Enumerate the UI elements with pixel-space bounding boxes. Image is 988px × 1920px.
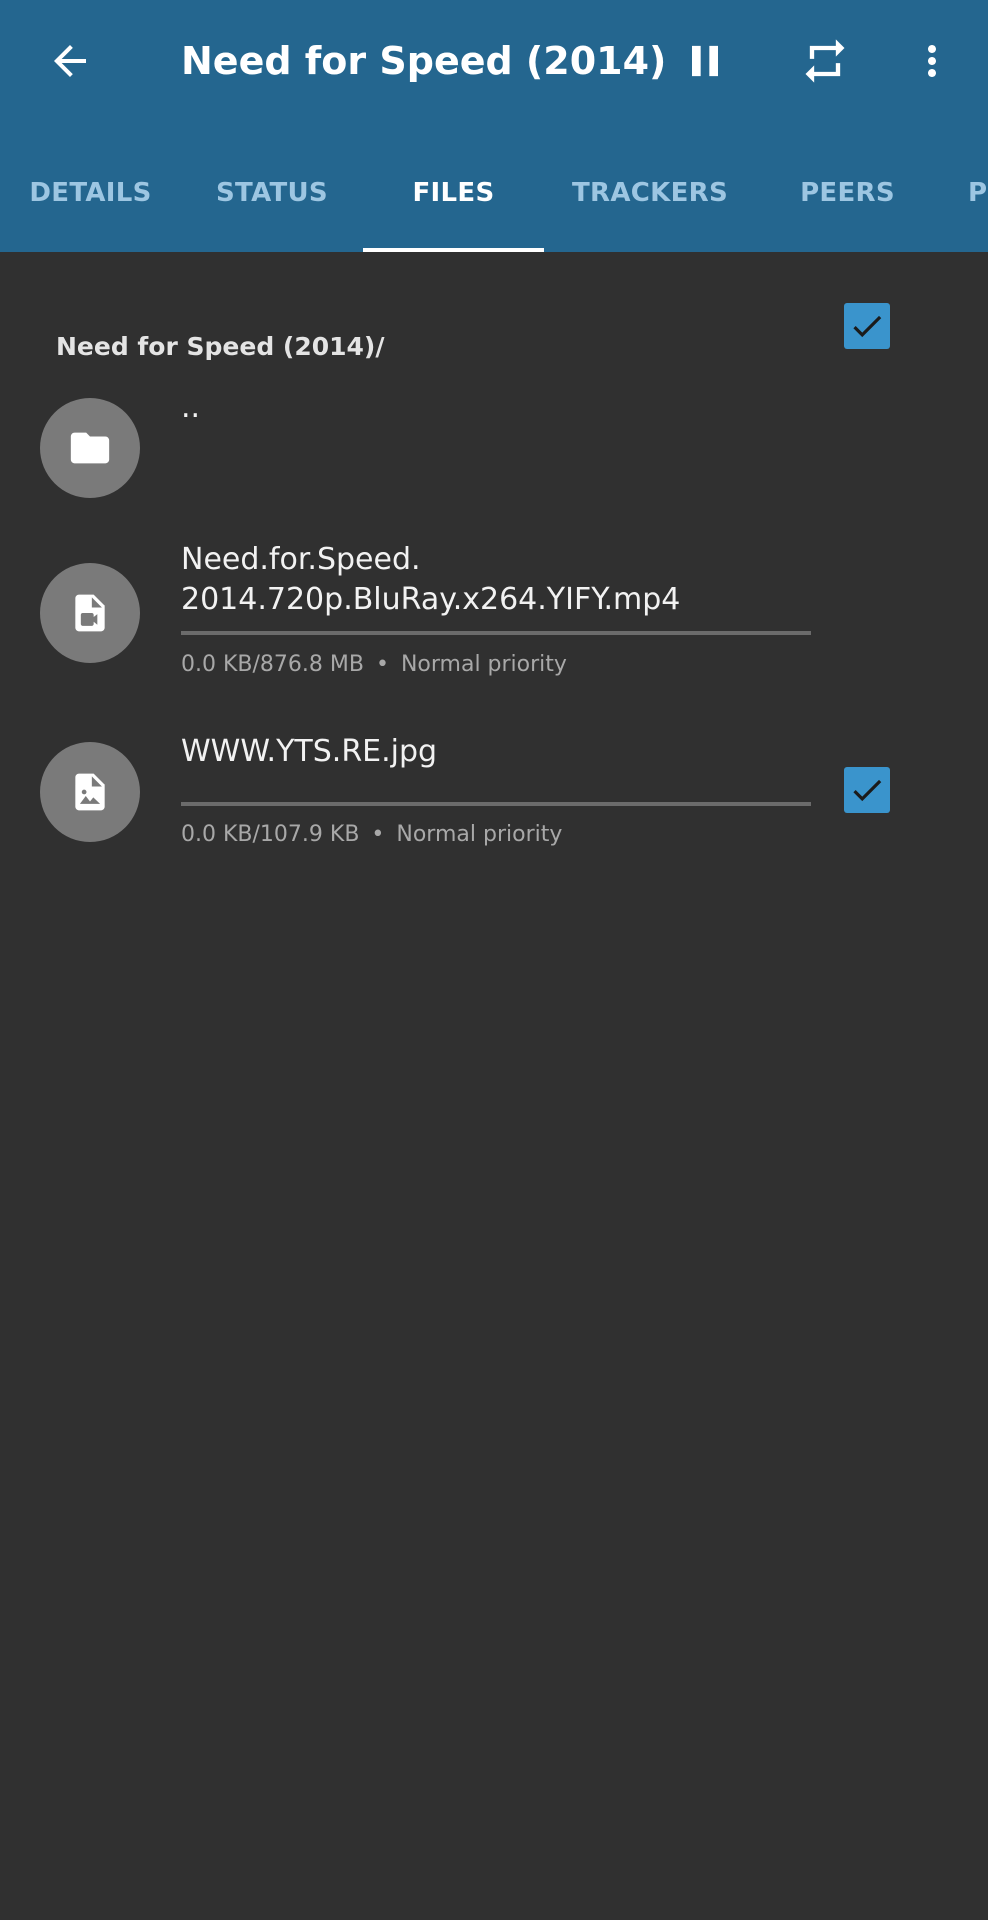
list-item-parent-folder[interactable]: .. <box>0 388 988 518</box>
pause-button[interactable] <box>665 21 745 101</box>
file-size: 0.0 KB/876.8 MB <box>181 652 364 677</box>
pause-icon <box>692 45 718 77</box>
list-item[interactable]: WWW.YTS.RE.jpg 0.0 KB/107.9 KB • Normal pr… <box>0 724 988 847</box>
toolbar: Need for Speed (2014) <box>0 0 988 122</box>
folder-icon <box>70 432 110 464</box>
file-progress-bar <box>181 631 811 635</box>
page-title: Need for Speed (2014) <box>181 39 667 83</box>
video-file-icon <box>75 594 105 632</box>
file-meta: 0.0 KB/876.8 MB • Normal priority <box>181 652 567 677</box>
meta-separator: • <box>371 822 385 847</box>
file-avatar <box>40 563 140 663</box>
tab-trackers[interactable]: TRACKERS <box>544 146 756 240</box>
tab-peers[interactable]: PEERS <box>756 146 939 240</box>
more-vert-icon <box>928 45 936 77</box>
tab-details[interactable]: DETAILS <box>0 146 181 240</box>
meta-separator: • <box>375 652 389 677</box>
parent-folder-label: .. <box>181 390 201 425</box>
tab-partial[interactable]: P <box>968 146 988 240</box>
file-name: Need.for.Speed. 2014.720p.BluRay.x264.YI… <box>181 542 681 617</box>
file-name: WWW.YTS.RE.jpg <box>181 734 438 769</box>
file-priority: Normal priority <box>396 822 563 847</box>
file-meta: 0.0 KB/107.9 KB • Normal priority <box>181 822 562 847</box>
current-path: Need for Speed (2014)/ <box>56 332 385 361</box>
repeat-icon <box>805 39 845 83</box>
checkmark-icon <box>853 315 882 338</box>
file-select-checkbox[interactable] <box>844 303 890 349</box>
file-priority: Normal priority <box>400 652 567 677</box>
back-button[interactable] <box>30 21 110 101</box>
file-avatar <box>40 742 140 842</box>
tab-bar: DETAILS STATUS FILES TRACKERS PEERS P <box>0 146 988 252</box>
image-file-icon <box>75 773 105 811</box>
repeat-button[interactable] <box>785 21 865 101</box>
tab-status[interactable]: STATUS <box>181 146 363 240</box>
file-select-checkbox[interactable] <box>844 767 890 813</box>
more-options-button[interactable] <box>892 21 972 101</box>
tab-files[interactable]: FILES <box>363 146 544 240</box>
file-progress-bar <box>181 802 811 806</box>
file-size: 0.0 KB/107.9 KB <box>181 822 360 847</box>
app-bar: Need for Speed (2014) DETAILS STATUS FIL… <box>0 0 988 252</box>
folder-avatar <box>40 398 140 498</box>
checkmark-icon <box>853 779 882 802</box>
arrow-back-icon <box>54 45 86 77</box>
list-item[interactable]: Need.for.Speed. 2014.720p.BluRay.x264.YI… <box>0 303 988 690</box>
files-list: Need for Speed (2014)/ .. Need.for.Speed… <box>0 252 988 1920</box>
